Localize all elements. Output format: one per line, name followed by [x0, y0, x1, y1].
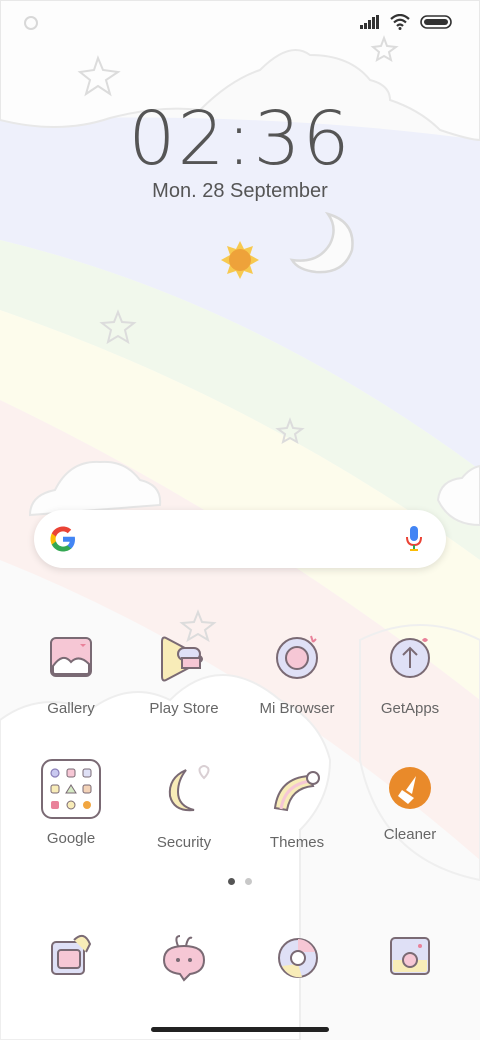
- status-bar: [360, 10, 452, 34]
- wifi-icon: [390, 14, 410, 30]
- gallery-icon: [50, 637, 92, 677]
- app-label: Security: [156, 834, 212, 851]
- app-themes[interactable]: Themes: [242, 764, 352, 851]
- app-label: Google: [46, 830, 96, 847]
- getapps-icon: [390, 638, 430, 678]
- app-play-store[interactable]: Play Store: [129, 630, 239, 717]
- google-search-bar[interactable]: [34, 510, 446, 568]
- cleaner-icon: [389, 767, 431, 809]
- mi-browser-icon: [276, 635, 318, 679]
- page-dot-1[interactable]: [228, 878, 235, 885]
- messages-icon[interactable]: [156, 930, 212, 986]
- signal-icon: [360, 15, 379, 29]
- app-gallery[interactable]: Gallery: [16, 630, 126, 717]
- home-gesture-bar[interactable]: [151, 1027, 329, 1032]
- app-label: Mi Browser: [259, 700, 335, 717]
- app-label: Gallery: [47, 700, 95, 717]
- lock-time[interactable]: 02:36: [0, 96, 480, 182]
- google-folder-icon: [41, 759, 101, 819]
- app-label: GetApps: [380, 700, 440, 717]
- google-g-icon: [50, 526, 75, 552]
- app-label: Play Store: [149, 700, 219, 717]
- chrome-icon[interactable]: [270, 930, 326, 986]
- themes-icon: [273, 771, 320, 812]
- app-cleaner[interactable]: Cleaner: [355, 764, 465, 843]
- page-dot-2[interactable]: [245, 878, 252, 885]
- sun-icon: [221, 241, 259, 279]
- play-store-icon: [161, 636, 203, 682]
- lock-date[interactable]: Mon. 28 September: [0, 180, 480, 203]
- mic-icon[interactable]: [404, 524, 424, 554]
- app-getapps[interactable]: GetApps: [355, 630, 465, 717]
- page-indicator[interactable]: [0, 878, 480, 885]
- app-label: Cleaner: [383, 826, 437, 843]
- camera-icon[interactable]: [382, 930, 438, 986]
- app-label: Themes: [269, 834, 325, 851]
- app-mi-browser[interactable]: Mi Browser: [242, 630, 352, 717]
- notification-dot: [24, 16, 38, 30]
- app-security[interactable]: Security: [129, 764, 239, 851]
- security-icon: [168, 765, 210, 812]
- app-google-folder[interactable]: Google: [16, 758, 126, 847]
- moon-icon: [289, 211, 354, 274]
- phone-icon[interactable]: [44, 930, 100, 986]
- battery-icon: [420, 15, 452, 29]
